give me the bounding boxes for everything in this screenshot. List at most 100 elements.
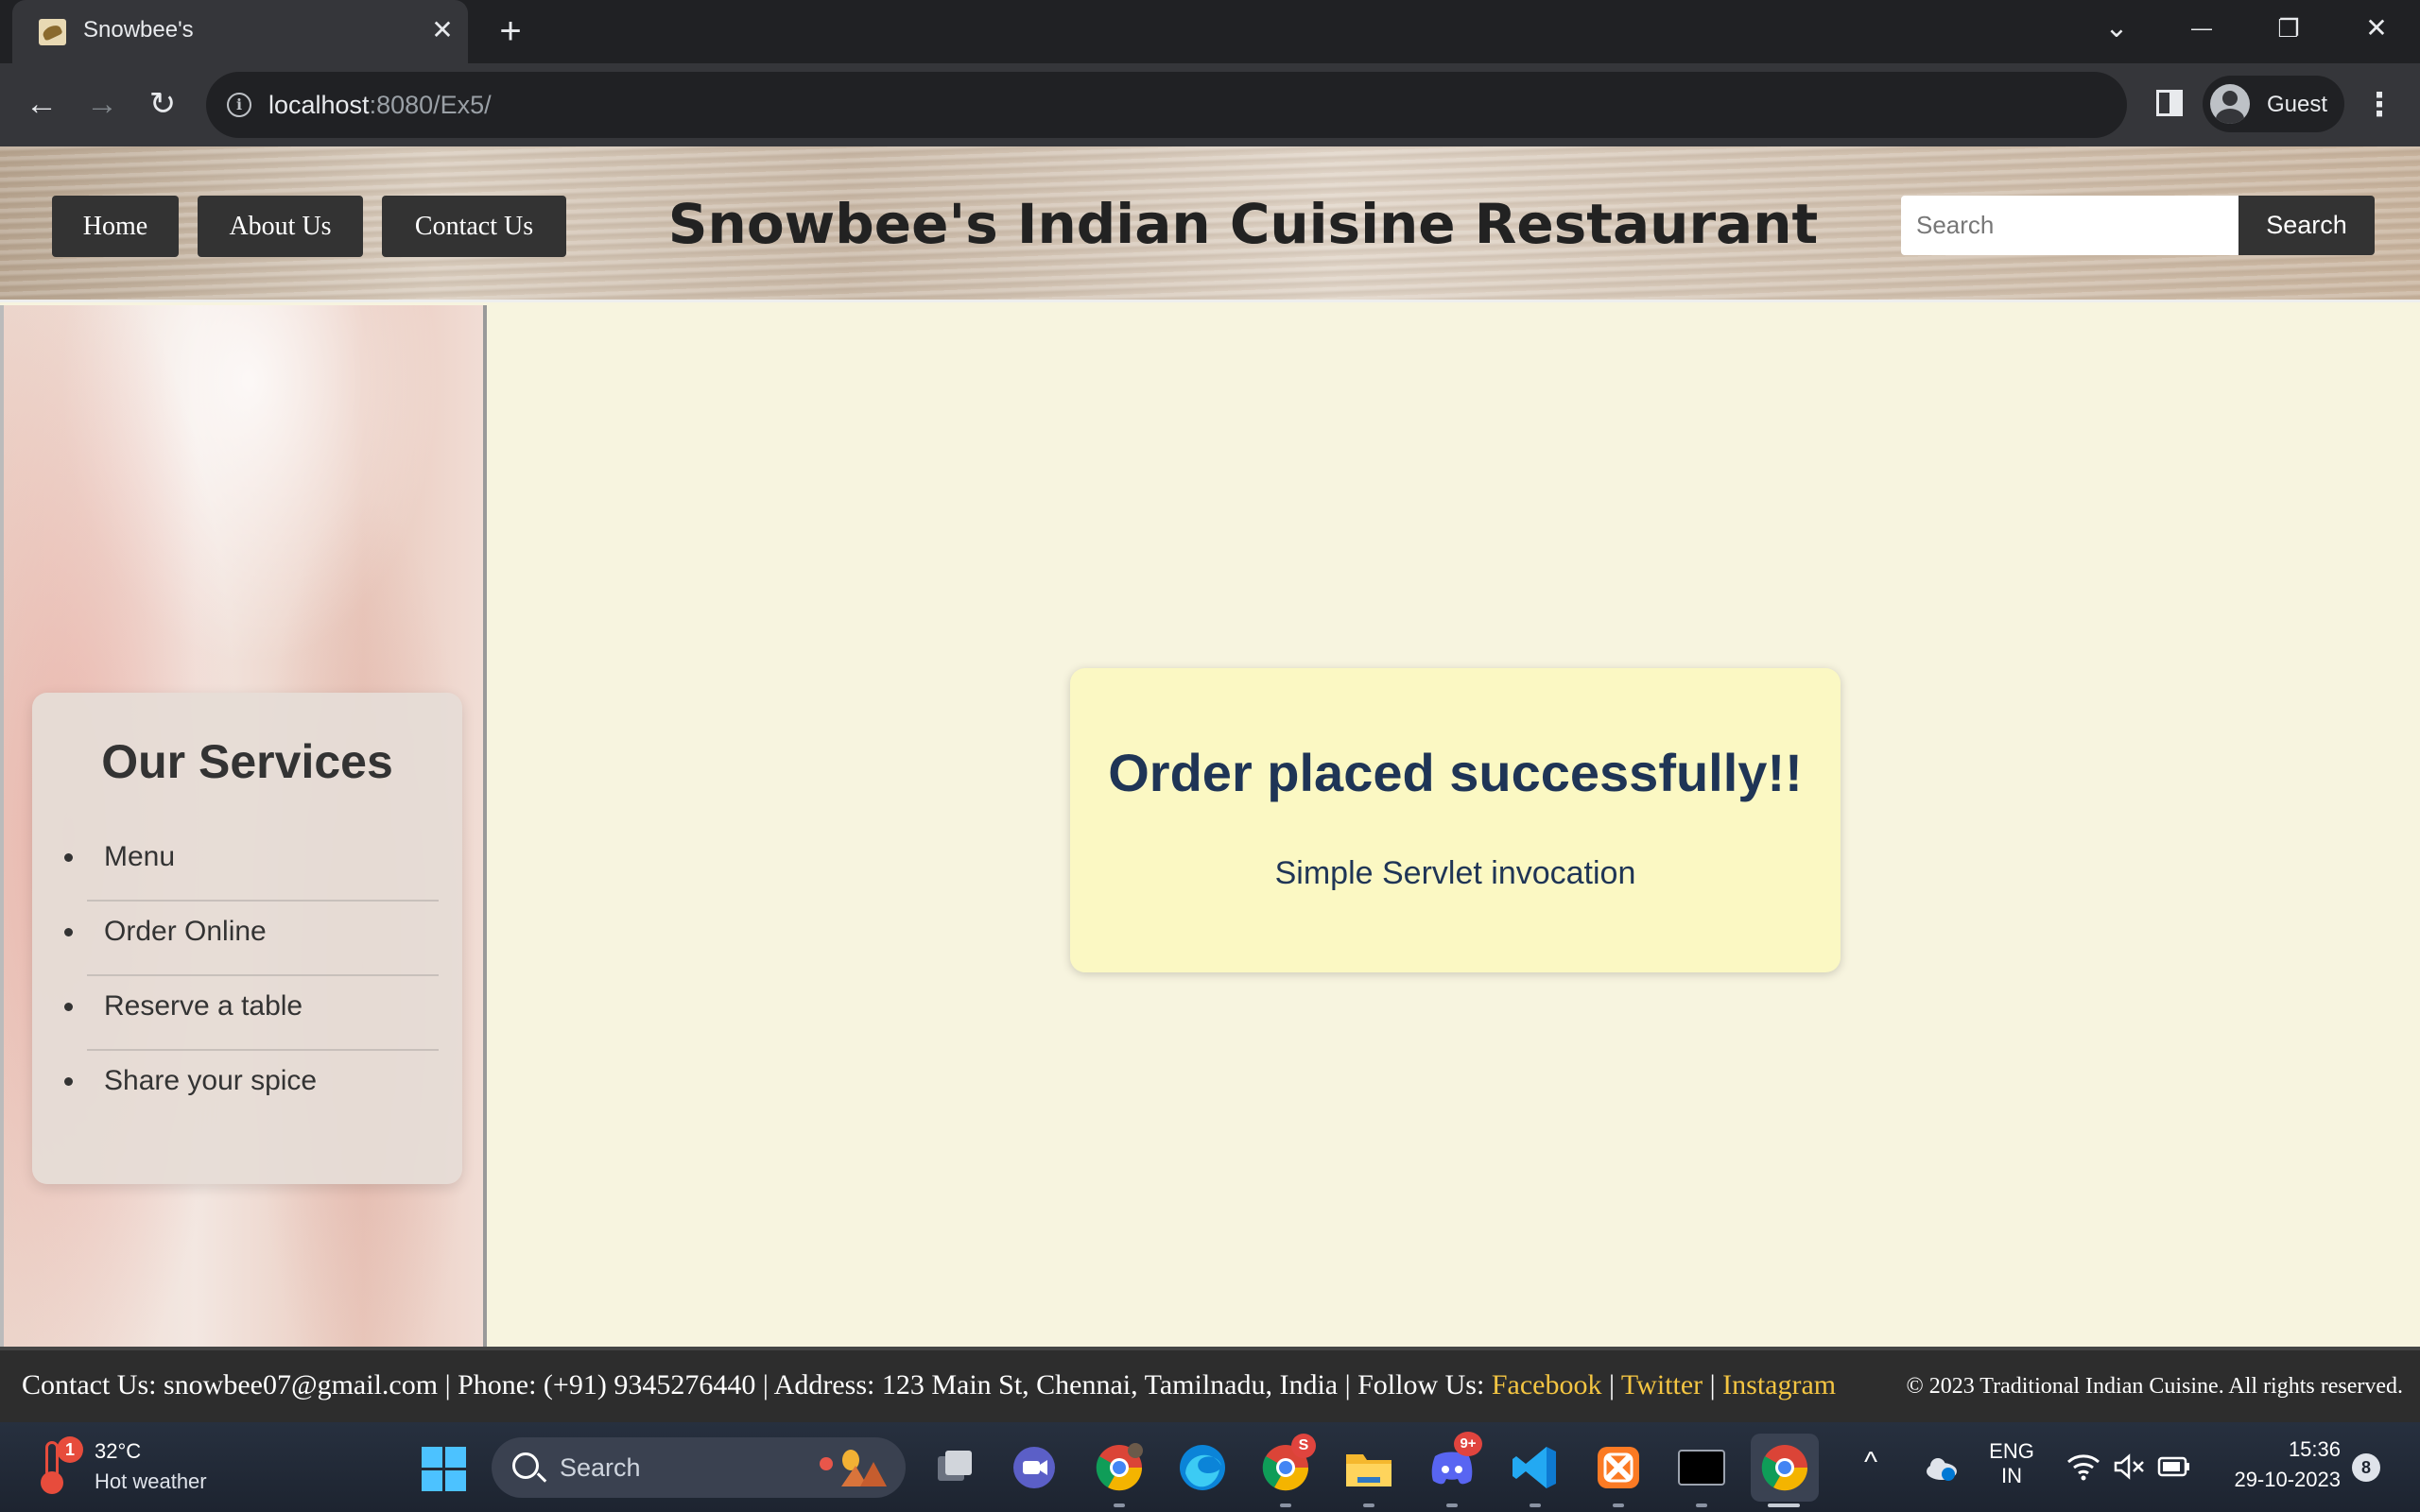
edge-icon[interactable] <box>1176 1441 1229 1494</box>
onedrive-cloud-icon[interactable] <box>1923 1452 1961 1483</box>
close-tab-icon[interactable]: ✕ <box>425 13 459 47</box>
vscode-icon[interactable] <box>1509 1441 1562 1494</box>
profile-button[interactable]: Guest <box>2203 76 2344 132</box>
services-card: Our Services Menu Order Online Reserve a… <box>32 693 462 1184</box>
active-indicator <box>1768 1503 1800 1507</box>
running-indicator <box>1363 1503 1374 1507</box>
restore-icon[interactable]: ❐ <box>2260 8 2317 49</box>
instagram-link[interactable]: Instagram <box>1722 1369 1836 1400</box>
weather-badge: 1 <box>57 1436 83 1463</box>
back-icon[interactable]: ← <box>19 82 64 128</box>
browser-tabstrip: Snowbee's ✕ + ⌄ — ❐ ✕ <box>0 0 2420 63</box>
footer-separator: | <box>1601 1369 1621 1400</box>
guest-avatar-icon <box>2210 84 2250 124</box>
xampp-icon[interactable] <box>1592 1441 1645 1494</box>
browser-tab[interactable]: Snowbee's ✕ <box>12 0 468 63</box>
running-indicator <box>1280 1503 1291 1507</box>
services-title: Our Services <box>101 735 393 788</box>
taskbar-search-label: Search <box>560 1453 641 1482</box>
service-item-menu[interactable]: Menu <box>87 827 439 902</box>
url-text[interactable]: localhost:8080/Ex5/ <box>268 91 492 120</box>
address-bar[interactable]: i localhost:8080/Ex5/ <box>206 72 2127 138</box>
twitter-link[interactable]: Twitter <box>1621 1369 1703 1400</box>
show-hidden-icons-chevron-icon[interactable]: ^ <box>1864 1447 1877 1479</box>
running-indicator <box>1613 1503 1624 1507</box>
search-highlight-icon <box>820 1450 887 1486</box>
task-view-icon[interactable] <box>928 1441 981 1494</box>
volume-muted-icon[interactable] <box>2112 1452 2146 1481</box>
weather-description[interactable]: Hot weather <box>95 1469 207 1494</box>
window-close-icon[interactable]: ✕ <box>2348 8 2405 49</box>
tab-search-icon[interactable]: ⌄ <box>2088 8 2145 49</box>
browser-menu-icon[interactable]: ⋮ <box>2363 82 2395 128</box>
site-title: Snowbee's Indian Cuisine Restaurant <box>667 192 1819 256</box>
sidebar: Our Services Menu Order Online Reserve a… <box>0 305 487 1347</box>
chrome-active-icon[interactable] <box>1751 1434 1819 1502</box>
forward-icon[interactable]: → <box>79 82 125 128</box>
notification-count-badge[interactable]: 8 <box>2352 1453 2380 1482</box>
browser-toolbar: ← → ↻ i localhost:8080/Ex5/ Guest ⋮ <box>0 63 2420 146</box>
service-item-share-spice[interactable]: Share your spice <box>87 1051 439 1125</box>
footer-separator: | <box>1703 1369 1723 1400</box>
footer-phone-address: | Phone: (+91) 9345276440 | Address: 123… <box>438 1369 1492 1400</box>
region-code: IN <box>2001 1464 2022 1487</box>
running-indicator <box>1446 1503 1458 1507</box>
web-page: Home About Us Contact Us Snowbee's India… <box>0 146 2420 1422</box>
main-content: Order placed successfully!! Simple Servl… <box>491 305 2420 1347</box>
service-item-order-online[interactable]: Order Online <box>87 902 439 976</box>
footer-email: snowbee07@gmail.com <box>164 1369 439 1400</box>
clock-date: 29-10-2023 <box>2234 1468 2341 1491</box>
chrome-profile-icon[interactable] <box>1093 1441 1146 1494</box>
thermometer-bulb <box>41 1471 63 1494</box>
terminal-icon[interactable] <box>1675 1441 1728 1494</box>
site-footer: Contact Us: snowbee07@gmail.com | Phone:… <box>0 1347 2420 1422</box>
running-indicator <box>1696 1503 1707 1507</box>
nav-about-button[interactable]: About Us <box>198 196 363 257</box>
url-path: :8080/Ex5/ <box>369 91 492 119</box>
search-icon <box>512 1452 539 1479</box>
meet-app-icon[interactable] <box>1008 1441 1061 1494</box>
order-confirmation-card: Order placed successfully!! Simple Servl… <box>1070 668 1841 972</box>
search-input[interactable] <box>1901 196 2239 255</box>
start-tile <box>422 1447 442 1468</box>
start-tile <box>445 1447 466 1468</box>
clock[interactable]: 15:36 29-10-2023 <box>2208 1437 2341 1492</box>
running-indicator <box>1114 1503 1125 1507</box>
windows-start-icon[interactable] <box>422 1447 467 1492</box>
language-indicator[interactable]: ENG IN <box>1981 1439 2042 1488</box>
start-tile <box>422 1470 442 1491</box>
nav-home-button[interactable]: Home <box>52 196 179 257</box>
order-subtext: Simple Servlet invocation <box>1274 855 1636 891</box>
search-button[interactable]: Search <box>2238 196 2375 255</box>
file-explorer-icon[interactable] <box>1342 1441 1395 1494</box>
footer-copyright: © 2023 Traditional Indian Cuisine. All r… <box>1906 1374 2403 1399</box>
chrome-s-badge: S <box>1291 1434 1316 1458</box>
discord-badge: 9+ <box>1454 1432 1482 1456</box>
order-heading: Order placed successfully!! <box>1108 743 1803 802</box>
tab-title: Snowbee's <box>83 17 194 43</box>
windows-taskbar: 1 32°C Hot weather Search S 9+ ^ ENG IN … <box>0 1422 2420 1512</box>
footer-contact-label: Contact Us: <box>22 1369 164 1400</box>
facebook-link[interactable]: Facebook <box>1492 1369 1602 1400</box>
wifi-icon[interactable] <box>2066 1452 2100 1481</box>
taskbar-search-box[interactable]: Search <box>492 1437 906 1498</box>
site-info-icon[interactable]: i <box>227 93 251 117</box>
start-tile <box>445 1470 466 1491</box>
service-item-reserve[interactable]: Reserve a table <box>87 976 439 1051</box>
new-tab-button[interactable]: + <box>492 12 529 51</box>
running-indicator <box>1530 1503 1541 1507</box>
restaurant-favicon-icon <box>39 19 66 45</box>
battery-icon[interactable] <box>2157 1454 2191 1479</box>
nav-contact-button[interactable]: Contact Us <box>382 196 566 257</box>
site-header: Home About Us Contact Us Snowbee's India… <box>0 146 2420 302</box>
language-code: ENG <box>1989 1439 2034 1463</box>
url-host: localhost <box>268 91 370 119</box>
profile-label: Guest <box>2267 92 2328 117</box>
side-panel-icon[interactable] <box>2156 90 2183 116</box>
weather-temperature[interactable]: 32°C <box>95 1439 141 1464</box>
services-list: Menu Order Online Reserve a table Share … <box>87 827 439 1125</box>
minimize-icon[interactable]: — <box>2173 8 2230 49</box>
reload-icon[interactable]: ↻ <box>140 82 185 128</box>
footer-contact: Contact Us: snowbee07@gmail.com | Phone:… <box>22 1369 1836 1401</box>
clock-time: 15:36 <box>2288 1437 2341 1461</box>
